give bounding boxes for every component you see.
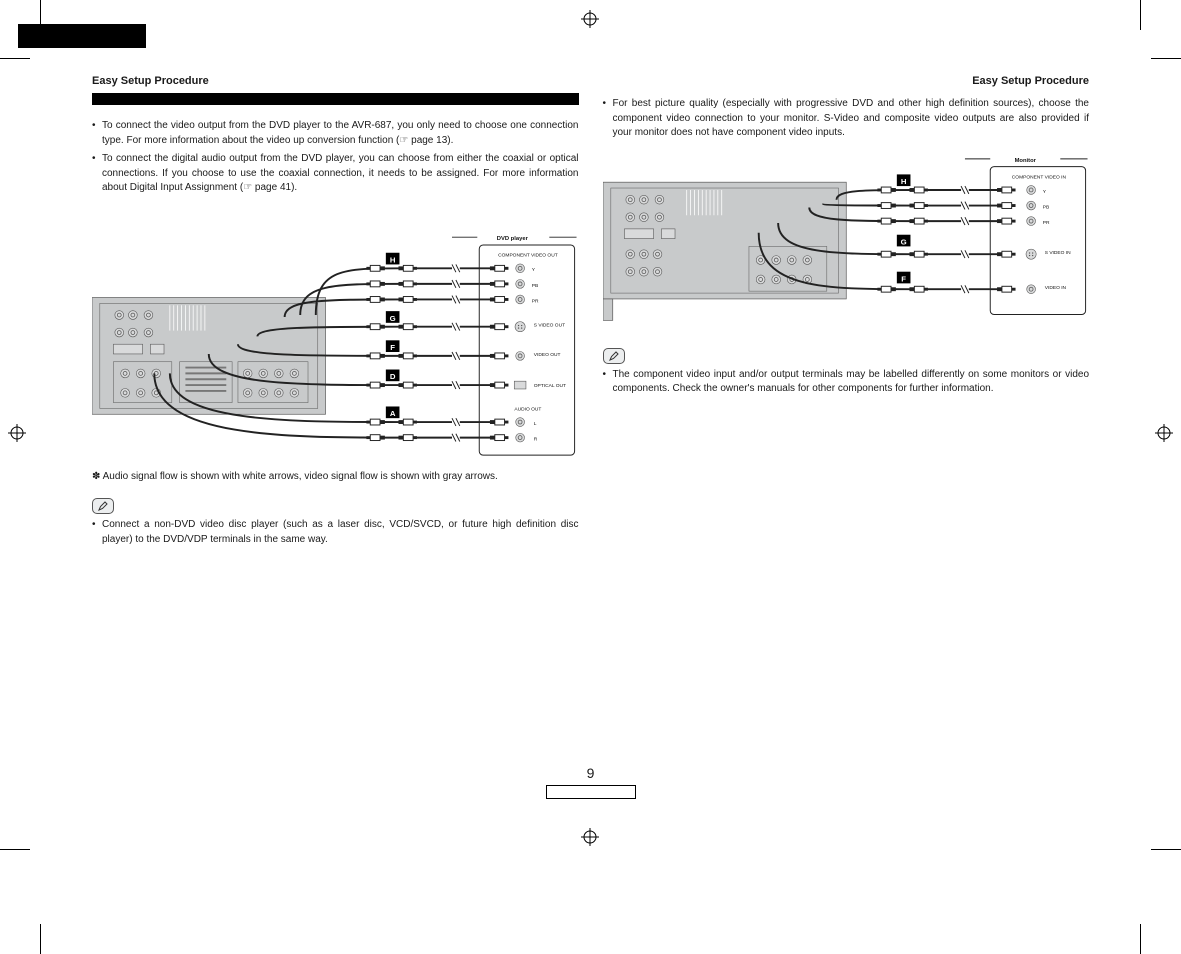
svg-text:Y: Y [532, 267, 536, 273]
svg-text:H: H [900, 177, 906, 186]
right-bullets: For best picture quality (especially wit… [603, 97, 1090, 141]
svg-text:Monitor: Monitor [1014, 157, 1036, 163]
left-column: Easy Setup Procedure To connect the vide… [92, 75, 579, 559]
registration-mark-icon [581, 10, 599, 28]
monitor-connection-diagram: Monitor COMPONENT VIDEO IN Y PB PR S VID… [603, 153, 1090, 328]
page-body: Easy Setup Procedure To connect the vide… [92, 75, 1089, 784]
svg-text:F: F [390, 343, 395, 352]
svg-text:F: F [901, 274, 906, 283]
bullet-item: Connect a non-DVD video disc player (suc… [92, 518, 579, 547]
bullet-item: To connect the digital audio output from… [92, 152, 579, 196]
svg-text:PR: PR [1042, 220, 1049, 226]
pencil-note-icon [603, 348, 625, 364]
masthead-block [18, 24, 146, 48]
crop-mark [1140, 924, 1141, 954]
crop-mark [40, 924, 41, 954]
registration-mark-icon [8, 424, 26, 442]
crop-mark [1151, 58, 1181, 59]
right-column: Easy Setup Procedure For best picture qu… [603, 75, 1090, 559]
registration-mark-icon [581, 828, 599, 846]
dvd-title: DVD player [497, 236, 529, 242]
bullet-item: To connect the video output from the DVD… [92, 119, 579, 148]
crop-mark [0, 58, 30, 59]
crop-mark [1140, 0, 1141, 30]
svg-text:AUDIO OUT: AUDIO OUT [514, 406, 541, 412]
bullet-item: For best picture quality (especially wit… [603, 97, 1090, 141]
svg-text:H: H [390, 255, 396, 264]
svg-text:PB: PB [1042, 204, 1048, 210]
section-title-right: Easy Setup Procedure [603, 75, 1090, 87]
crop-mark [0, 849, 30, 850]
svg-text:A: A [390, 409, 396, 418]
svg-text:D: D [390, 372, 396, 381]
svg-text:COMPONENT VIDEO IN: COMPONENT VIDEO IN [1011, 174, 1066, 180]
bullet-item: The component video input and/or output … [603, 368, 1090, 397]
svg-text:VIDEO IN: VIDEO IN [1044, 285, 1066, 291]
page-number-box [546, 785, 636, 799]
right-note-bullets: The component video input and/or output … [603, 368, 1090, 397]
arrow-legend-footnote: Audio signal flow is shown with white ar… [92, 470, 579, 484]
svg-text:S VIDEO OUT: S VIDEO OUT [534, 322, 565, 328]
crop-mark [1151, 849, 1181, 850]
registration-mark-icon [1155, 424, 1173, 442]
svg-text:L: L [534, 420, 537, 426]
dvd-connection-diagram: DVD player COMPONENT VIDEO OUT Y PB PR S… [92, 208, 579, 461]
svg-text:R: R [534, 436, 538, 442]
page-footer: 9 [546, 765, 636, 799]
svg-text:G: G [390, 313, 396, 322]
svg-text:COMPONENT VIDEO OUT: COMPONENT VIDEO OUT [498, 252, 558, 258]
page-number: 9 [546, 765, 636, 781]
svg-text:S VIDEO IN: S VIDEO IN [1044, 250, 1070, 256]
svg-text:VIDEO OUT: VIDEO OUT [534, 351, 561, 357]
svg-text:PR: PR [532, 298, 539, 304]
svg-text:PB: PB [532, 282, 538, 288]
pencil-note-icon [92, 498, 114, 514]
title-underline-bar [92, 93, 579, 105]
svg-text:Y: Y [1042, 188, 1046, 194]
svg-text:OPTICAL OUT: OPTICAL OUT [534, 383, 566, 389]
section-title-left: Easy Setup Procedure [92, 75, 579, 87]
left-bullets: To connect the video output from the DVD… [92, 119, 579, 196]
svg-text:G: G [900, 237, 906, 246]
left-note-bullets: Connect a non-DVD video disc player (suc… [92, 518, 579, 547]
